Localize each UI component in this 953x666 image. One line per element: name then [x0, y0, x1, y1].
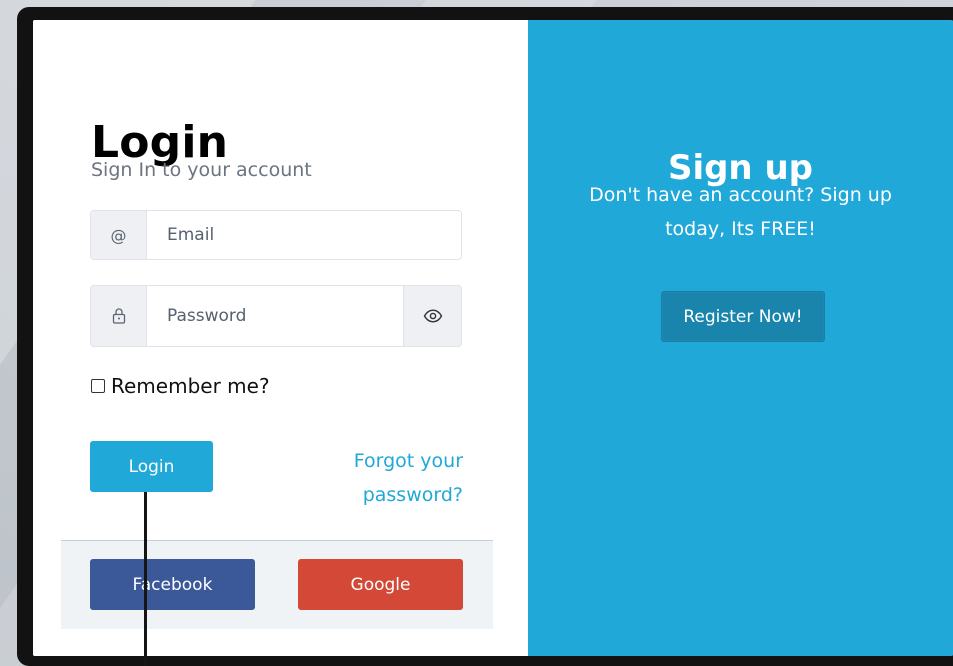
login-subtitle: Sign In to your account [91, 159, 312, 181]
login-panel: Login Sign In to your account @ Email Re… [33, 20, 528, 656]
email-input-group: @ [90, 210, 462, 260]
at-icon: @ [91, 211, 147, 259]
password-input-group [90, 285, 462, 347]
auth-card: Login Sign In to your account @ Email Re… [33, 20, 953, 656]
password-input[interactable] [147, 286, 403, 346]
email-input[interactable] [147, 211, 461, 259]
signup-text: Don't have an account? Sign up today, It… [589, 184, 892, 240]
facebook-button[interactable]: Facebook [90, 559, 255, 610]
remember-label: Remember me? [111, 374, 270, 398]
remember-me[interactable]: Remember me? [91, 374, 270, 398]
forgot-password-link[interactable]: Forgot your password? [303, 444, 463, 512]
lock-icon [91, 286, 147, 346]
remember-checkbox[interactable] [91, 379, 105, 393]
eye-icon[interactable] [403, 286, 461, 346]
register-button[interactable]: Register Now! [661, 291, 825, 342]
google-button[interactable]: Google [298, 559, 463, 610]
login-button[interactable]: Login [90, 441, 213, 492]
pointer-line [144, 492, 147, 666]
